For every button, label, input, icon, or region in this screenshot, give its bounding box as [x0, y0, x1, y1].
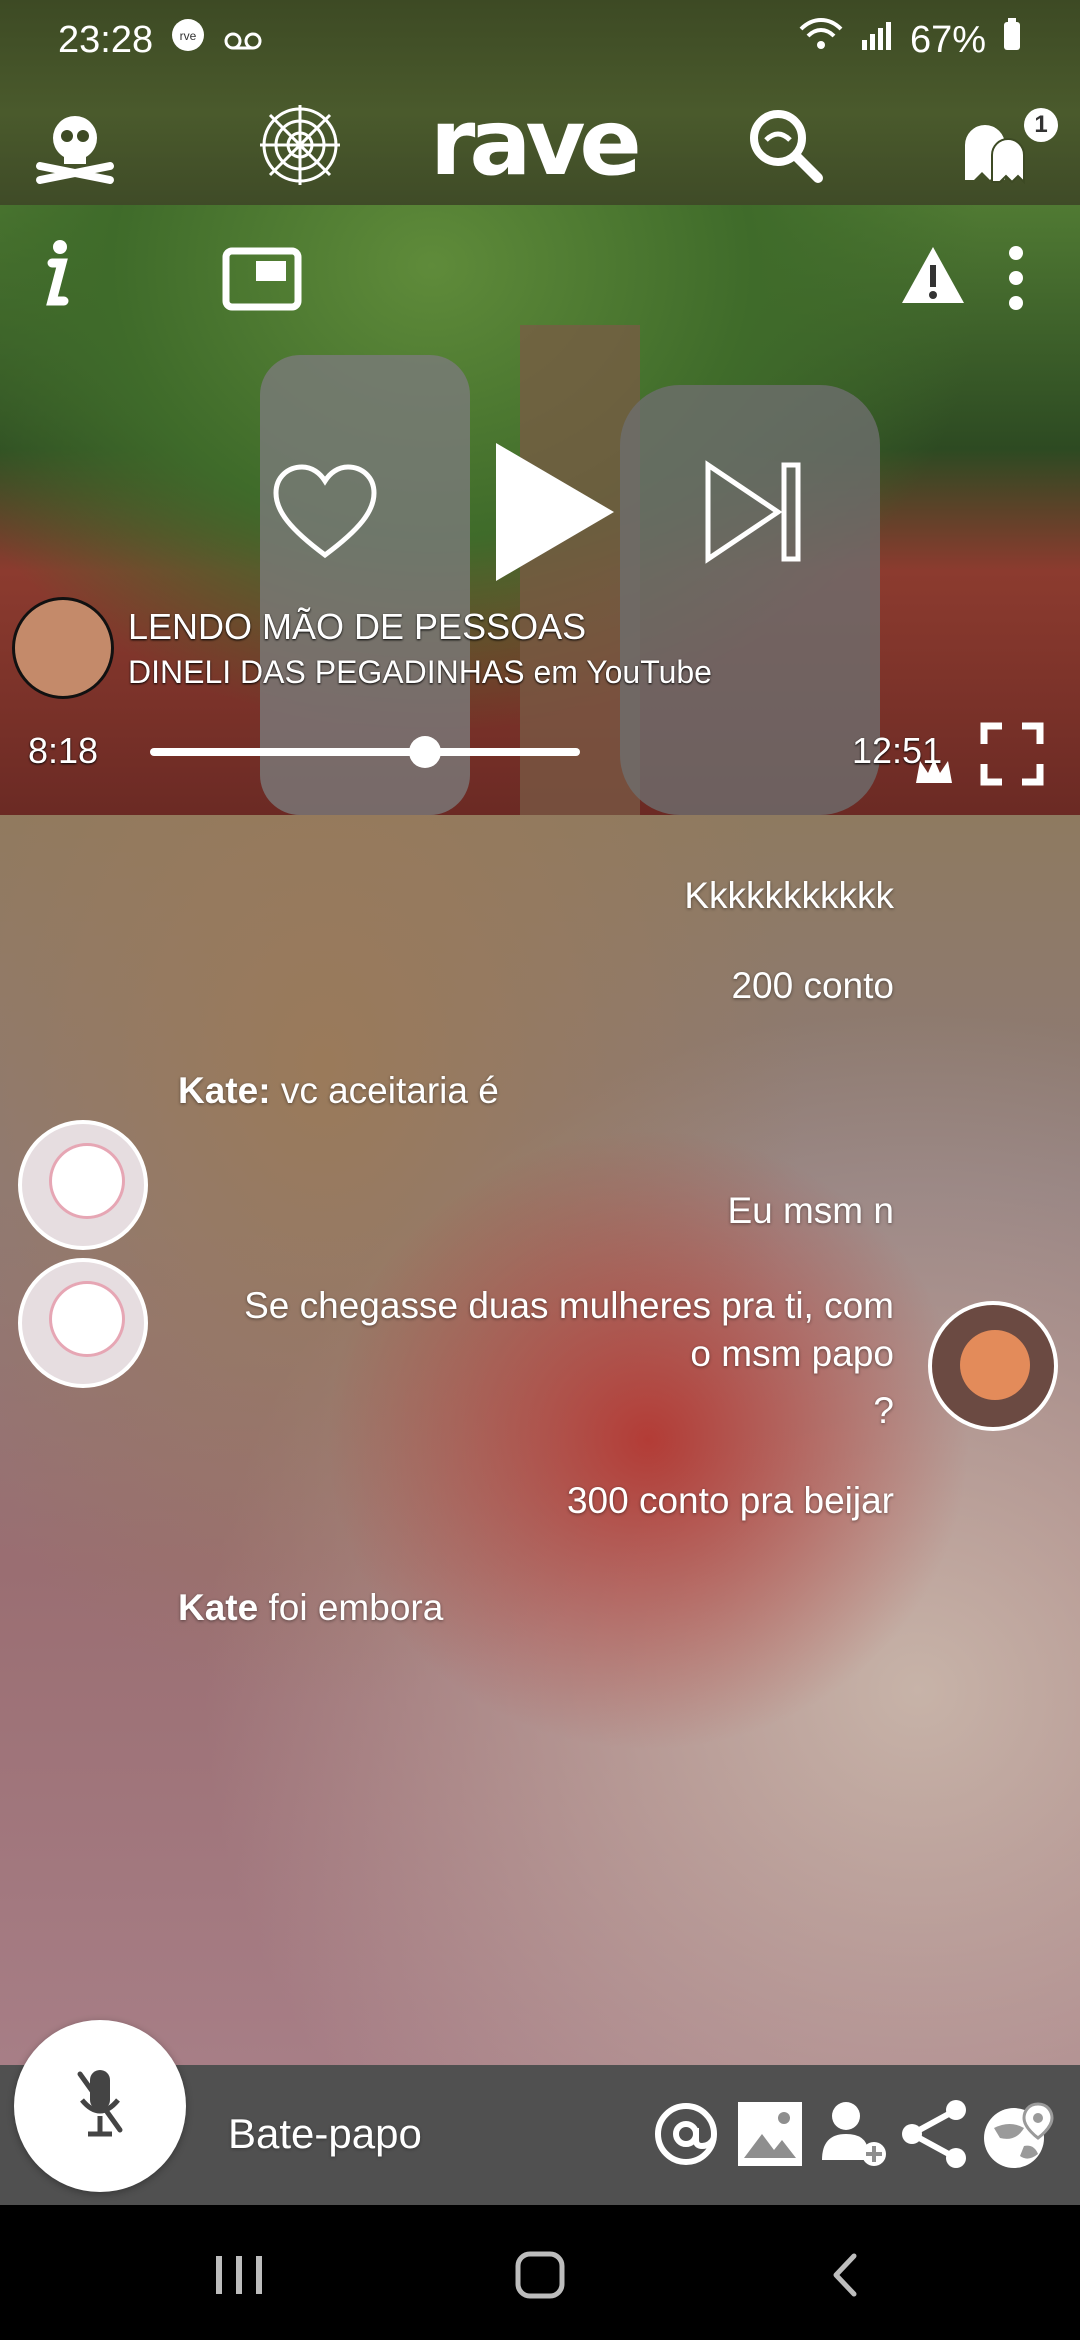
- message-text: Se chegasse duas mulheres pra ti, com: [244, 1285, 894, 1326]
- chat-message: 300 conto pra beijar: [567, 1480, 894, 1522]
- signal-icon: [860, 18, 894, 62]
- home-icon[interactable]: [510, 2250, 570, 2305]
- seek-thumb[interactable]: [409, 736, 442, 768]
- skip-next-icon[interactable]: [700, 457, 810, 572]
- video-channel-info[interactable]: LENDO MÃO DE PESSOAS DINELI DAS PEGADINH…: [12, 597, 712, 699]
- recent-apps-icon[interactable]: [210, 2250, 270, 2305]
- battery-icon: [1002, 18, 1022, 62]
- kate-avatar[interactable]: [18, 1258, 148, 1388]
- message-text: 200 conto: [731, 965, 894, 1006]
- svg-text:rve: rve: [180, 29, 197, 43]
- message-user: Kate:: [178, 1070, 271, 1111]
- friends-badge: 1: [1024, 108, 1058, 142]
- mic-button[interactable]: [14, 2020, 186, 2192]
- message-text: o msm papo: [690, 1333, 894, 1374]
- chat-message: ?: [873, 1390, 894, 1432]
- seek-track[interactable]: [150, 748, 580, 756]
- status-bar: 23:28 rve 67%: [0, 0, 1080, 80]
- skull-icon[interactable]: [30, 100, 120, 190]
- top-bar: 23:28 rve 67% rave 1: [0, 0, 1080, 205]
- kate-avatar[interactable]: [18, 1120, 148, 1250]
- image-icon[interactable]: [734, 2098, 806, 2170]
- video-top-controls: [0, 225, 1080, 315]
- crown-icon: [914, 755, 954, 790]
- ghost-friends-icon[interactable]: [950, 100, 1040, 190]
- info-icon[interactable]: [30, 235, 80, 320]
- video-titles: LENDO MÃO DE PESSOAS DINELI DAS PEGADINH…: [128, 606, 712, 691]
- chat-message-kate-left: Kate foi embora: [178, 1587, 443, 1629]
- fullscreen-icon[interactable]: [980, 722, 1044, 791]
- status-time: 23:28: [58, 18, 154, 61]
- message-text: vc aceitaria é: [280, 1070, 499, 1111]
- brand-logo: rave: [430, 89, 642, 196]
- chat-message: 200 conto: [731, 965, 894, 1007]
- message-text: Kkkkkkkkkkk: [684, 875, 894, 916]
- chat-input[interactable]: Bate-papo: [228, 2110, 422, 2158]
- my-avatar[interactable]: [928, 1301, 1058, 1431]
- channel-avatar[interactable]: [12, 597, 114, 699]
- rave-notification-icon: rve: [169, 16, 207, 64]
- chat-area[interactable]: Kkkkkkkkkkk 200 conto Kate: vc aceitaria…: [0, 759, 1080, 2065]
- add-user-icon[interactable]: [818, 2098, 890, 2170]
- wifi-icon: [798, 17, 844, 63]
- message-text: foi embora: [268, 1587, 444, 1628]
- share-icon[interactable]: [898, 2098, 970, 2170]
- chat-message-multiline: Se chegasse duas mulheres pra ti, com o …: [244, 1285, 894, 1375]
- status-left: 23:28 rve: [58, 16, 263, 64]
- message-text: ?: [873, 1390, 894, 1431]
- play-icon[interactable]: [490, 437, 620, 592]
- video-title: LENDO MÃO DE PESSOAS: [128, 605, 587, 647]
- mic-off-icon: [70, 2064, 130, 2149]
- video-player[interactable]: LENDO MÃO DE PESSOAS DINELI DAS PEGADINH…: [0, 205, 1080, 815]
- globe-location-icon[interactable]: [980, 2098, 1054, 2170]
- warning-icon[interactable]: [898, 243, 968, 312]
- mention-icon[interactable]: [650, 2098, 722, 2170]
- back-icon[interactable]: [820, 2250, 870, 2305]
- status-right: 67%: [798, 17, 1022, 63]
- chat-message: Kkkkkkkkkkk: [684, 875, 894, 917]
- voicemail-icon: [223, 19, 263, 62]
- message-user: Kate: [178, 1587, 259, 1628]
- message-text: 300 conto pra beijar: [566, 1480, 894, 1521]
- system-nav-bar: [0, 2205, 1080, 2340]
- picture-in-picture-icon[interactable]: [222, 247, 302, 316]
- current-time: 8:18: [28, 730, 99, 771]
- message-text: Eu msm n: [727, 1190, 894, 1231]
- chat-message: Eu msm n: [727, 1190, 894, 1232]
- like-heart-icon[interactable]: [270, 463, 380, 568]
- battery-percentage: 67%: [909, 18, 986, 61]
- chat-message-kate: Kate: vc aceitaria é: [178, 1070, 499, 1112]
- more-options-icon[interactable]: [1002, 243, 1030, 318]
- video-subtitle: DINELI DAS PEGADINHAS em YouTube: [128, 653, 712, 690]
- spiderweb-icon[interactable]: [255, 100, 345, 190]
- search-icon[interactable]: [740, 100, 830, 190]
